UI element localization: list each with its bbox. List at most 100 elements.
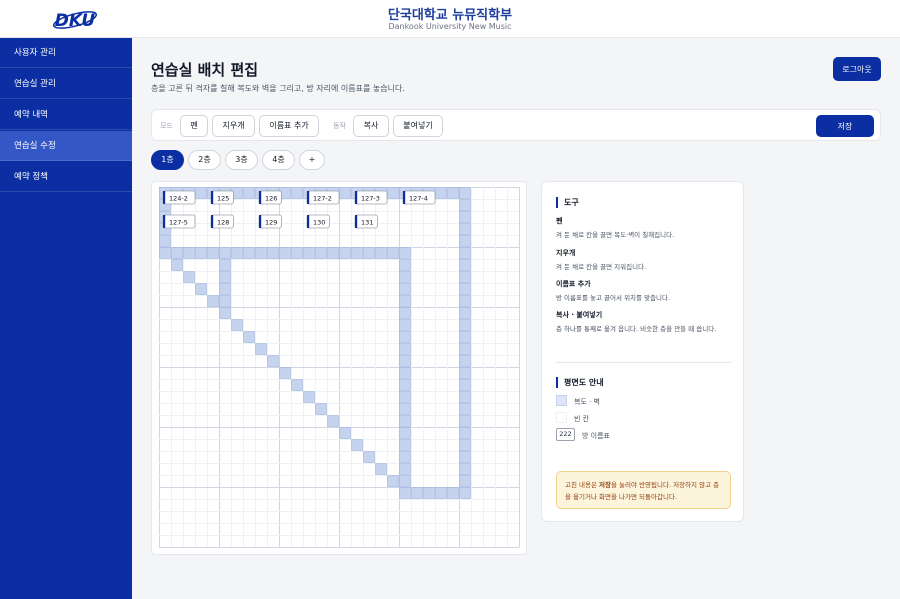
page-title: 연습실 배치 편집 [151,61,259,79]
sidebar-item-reservations[interactable]: 예약 내역 [0,100,132,130]
wall-cell [459,379,471,391]
wall-cell [315,403,327,415]
wall-cell [459,487,471,499]
wall-cell [243,331,255,343]
tool-name: 이름표 추가 [556,280,591,288]
wall-cell [219,247,231,259]
wall-cell [351,439,363,451]
room-tag-label: 127-2 [313,194,332,202]
tool-description: 켜 둔 채로 칸을 끌면 지워집니다. [556,263,647,271]
wall-cell [459,367,471,379]
wall-cell [459,271,471,283]
room-tag-label: 130 [313,218,325,226]
notice-bold: 저장 [599,481,612,489]
wall-cell [291,187,303,199]
wall-cell [399,295,411,307]
add-floor-button[interactable]: + [299,150,325,170]
sidebar-item-users[interactable]: 사용자 관리 [0,38,132,68]
wall-cell [195,187,207,199]
floor-tab-3[interactable]: 3층 [225,150,258,170]
legend-empty-label: 빈 칸 [574,415,590,423]
room-tag-accent [307,215,310,228]
editor-toolbar: 모드 펜 지우개 이름표 추가 동작 복사 붙여넣기 저장 [151,109,881,141]
wall-cell [399,367,411,379]
notice-text: 고친 내용은 [565,481,600,489]
logout-button[interactable]: 로그아웃 [833,57,881,81]
wall-cell [459,391,471,403]
site-title: 단국대학교 뉴뮤직학부 [387,8,513,23]
wall-cell [399,475,411,487]
wall-swatch [556,395,567,406]
wall-cell [195,247,207,259]
unsaved-notice: 고친 내용은 저장을 눌러야 반영됩니다. 저장하지 않고 층 을 옮기거나 화… [556,471,731,509]
divider [556,362,731,363]
wall-cell [399,451,411,463]
wall-cell [339,247,351,259]
wall-cell [207,247,219,259]
wall-cell [219,259,231,271]
wall-cell [183,271,195,283]
sidebar-item-policy[interactable]: 예약 정책 [0,162,132,192]
add-label-mode-button[interactable]: 이름표 추가 [259,115,319,137]
wall-cell [435,487,447,499]
site-subtitle: Dankook University New Music [388,22,512,31]
wall-cell [459,427,471,439]
room-tag-accent [211,191,214,204]
room-tag-label: 129 [265,218,277,226]
wall-cell [375,463,387,475]
tool-name: 복사 · 붙여넣기 [556,311,603,319]
wall-cell [459,199,471,211]
wall-cell [459,223,471,235]
floor-tab-4[interactable]: 4층 [262,150,295,170]
wall-cell [399,439,411,451]
wall-cell [399,427,411,439]
wall-cell [399,415,411,427]
wall-cell [303,247,315,259]
wall-cell [459,475,471,487]
wall-cell [447,187,459,199]
wall-cell [207,295,219,307]
wall-cell [303,391,315,403]
empty-swatch [556,412,567,423]
tool-name: 지우개 [556,249,576,257]
wall-cell [459,307,471,319]
wall-cell [399,403,411,415]
wall-cell [399,343,411,355]
room-tag-label: 127-5 [169,218,188,226]
wall-cell [459,211,471,223]
sidebar-item-room-edit[interactable]: 연습실 수정 [0,131,132,161]
wall-cell [219,307,231,319]
paste-button[interactable]: 붙여넣기 [393,115,443,137]
wall-cell [459,247,471,259]
wall-cell [231,319,243,331]
wall-cell [399,259,411,271]
save-button[interactable]: 저장 [816,115,874,137]
floor-plan-grid[interactable]: 124-2 125 126 127-2 127-3 127-4 127-5 128 129 130… [159,187,520,548]
copy-button[interactable]: 복사 [353,115,389,137]
mode-label: 모드 [160,122,173,130]
room-tag-accent [355,215,358,228]
wall-cell [459,259,471,271]
legend-section-title: 평면도 안내 [556,377,604,388]
wall-cell [399,271,411,283]
room-tag-label: 131 [361,218,373,226]
room-tag-accent [211,215,214,228]
legend-wall-label: 복도 · 벽 [574,398,600,406]
wall-cell [279,367,291,379]
room-tag-label: 128 [217,218,229,226]
floor-tab-1[interactable]: 1층 [151,150,184,170]
eraser-mode-button[interactable]: 지우개 [212,115,255,137]
sidebar-item-room-management[interactable]: 연습실 관리 [0,69,132,99]
notice-text: 을 눌러야 반영됩니다. 저장하지 않고 층 [611,481,720,489]
legend-tag-sample: 222 [556,428,575,441]
wall-cell [399,379,411,391]
legend-tag-label: 방 이름표 [582,432,610,440]
wall-cell [459,439,471,451]
wall-cell [435,187,447,199]
room-tag-accent [307,191,310,204]
room-tag-label: 127-3 [361,194,380,202]
sidebar: 사용자 관리 연습실 관리 예약 내역 연습실 수정 예약 정책 [0,38,132,599]
pen-mode-button[interactable]: 펜 [180,115,208,137]
floor-tab-2[interactable]: 2층 [188,150,221,170]
wall-cell [459,451,471,463]
